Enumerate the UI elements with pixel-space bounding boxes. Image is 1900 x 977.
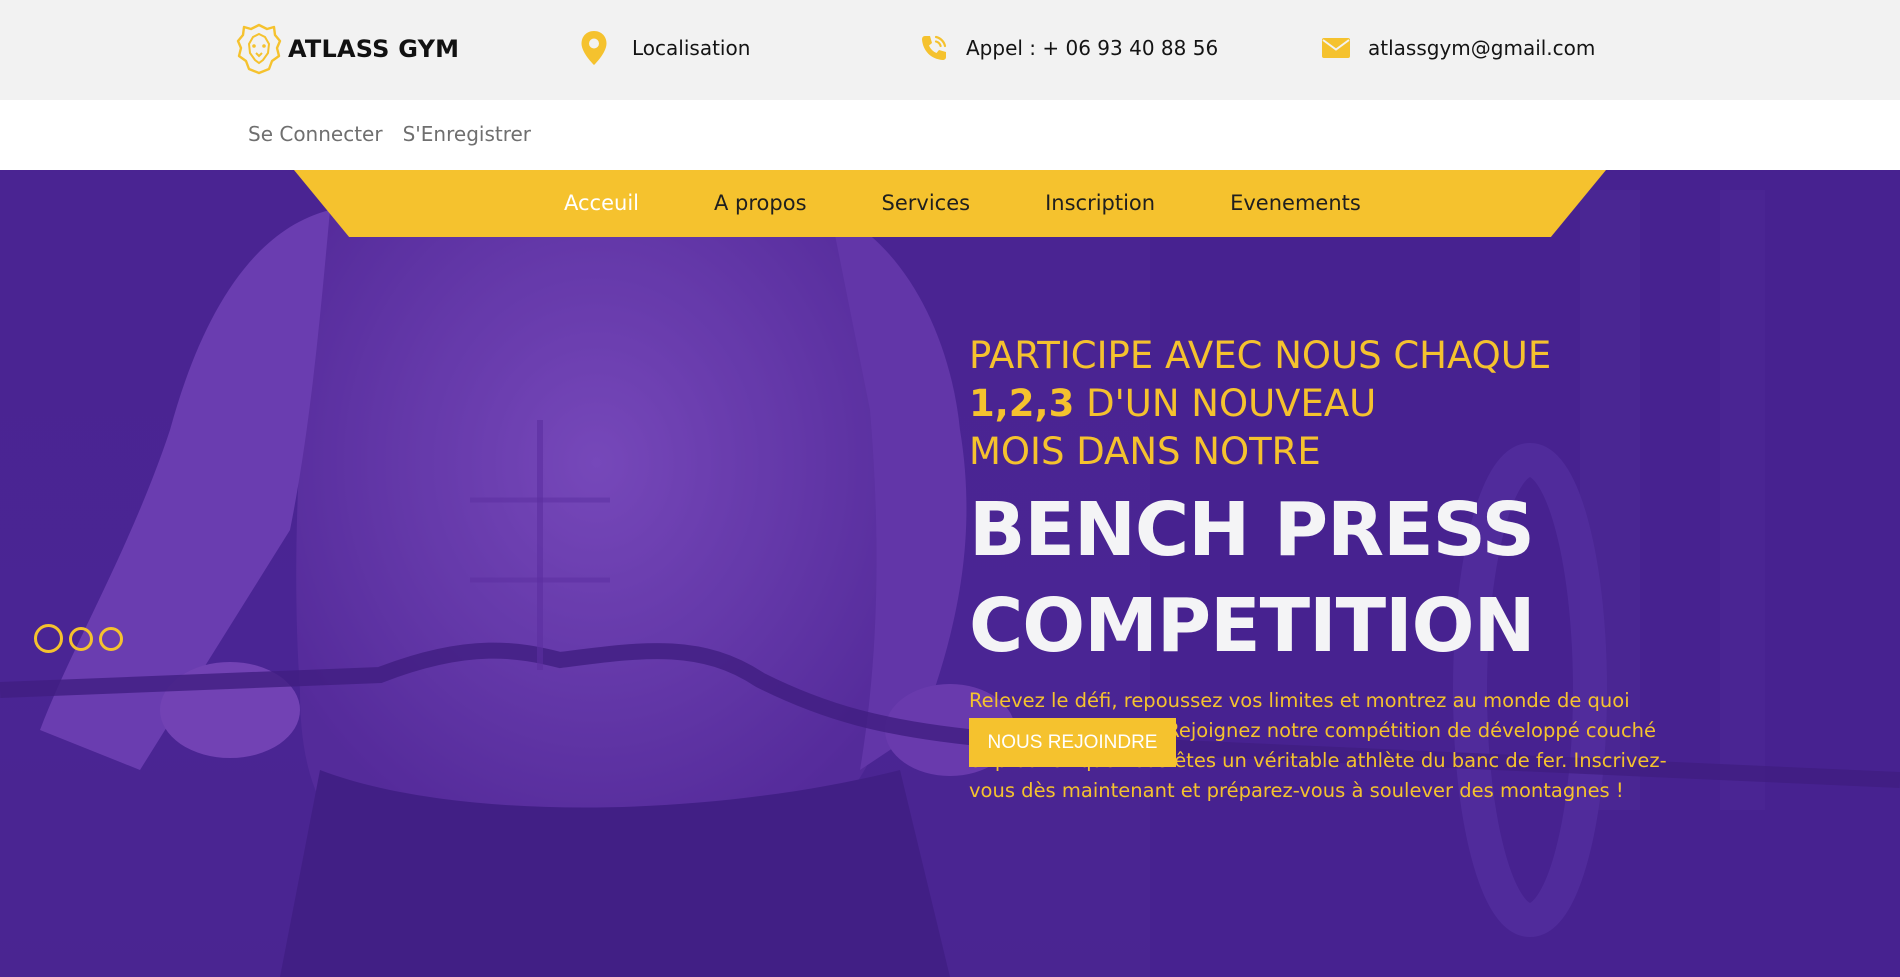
tagline-line-2-rest: D'UN NOUVEAU <box>1074 382 1377 425</box>
hero-tagline: PARTICIPE AVEC NOUS CHAQUE 1,2,3 D'UN NO… <box>969 332 1669 476</box>
phone-label: Appel : + 06 93 40 88 56 <box>966 36 1219 60</box>
join-button[interactable]: NOUS REJOINDRE <box>969 718 1176 767</box>
auth-bar: Se Connecter S'Enregistrer <box>0 100 1900 170</box>
top-info-bar: ATLASS GYM Localisation Appel : + 06 93 … <box>0 0 1900 100</box>
main-nav: Acceuil A propos Services Inscription Ev… <box>564 191 1361 215</box>
nav-item-services[interactable]: Services <box>882 191 971 215</box>
location-info[interactable]: Localisation <box>574 28 750 68</box>
nav-item-acceuil[interactable]: Acceuil <box>564 191 639 215</box>
slider-dots <box>34 624 123 653</box>
nav-item-a-propos[interactable]: A propos <box>714 191 807 215</box>
slider-dot-1[interactable] <box>34 624 63 653</box>
lion-head-icon <box>236 23 282 75</box>
auth-links: Se Connecter S'Enregistrer <box>248 122 531 146</box>
phone-icon <box>914 28 954 68</box>
tagline-line-3: MOIS DANS NOTRE <box>969 430 1321 473</box>
hero-headline: BENCH PRESS COMPETITION <box>969 482 1669 674</box>
map-pin-icon <box>574 28 614 68</box>
tagline-line-2: 1,2,3 D'UN NOUVEAU <box>969 380 1669 428</box>
register-link[interactable]: S'Enregistrer <box>403 122 531 146</box>
phone-info[interactable]: Appel : + 06 93 40 88 56 <box>914 28 1218 68</box>
tagline-line-1: PARTICIPE AVEC NOUS CHAQUE <box>969 334 1552 377</box>
location-label: Localisation <box>632 36 751 60</box>
nav-item-evenements[interactable]: Evenements <box>1230 191 1361 215</box>
envelope-icon <box>1316 28 1356 68</box>
nav-item-inscription[interactable]: Inscription <box>1045 191 1155 215</box>
email-label: atlassgym@gmail.com <box>1368 36 1596 60</box>
slider-dot-3[interactable] <box>99 626 123 651</box>
email-info[interactable]: atlassgym@gmail.com <box>1316 28 1595 68</box>
headline-line-2: COMPETITION <box>969 583 1536 669</box>
brand-name: ATLASS GYM <box>288 35 460 63</box>
headline-line-1: BENCH PRESS <box>969 487 1535 573</box>
slider-dot-2[interactable] <box>69 626 93 651</box>
brand[interactable]: ATLASS GYM <box>236 22 459 76</box>
hero-slider: Acceuil A propos Services Inscription Ev… <box>0 170 1900 977</box>
tagline-highlight: 1,2,3 <box>969 382 1075 425</box>
login-link[interactable]: Se Connecter <box>248 122 383 146</box>
